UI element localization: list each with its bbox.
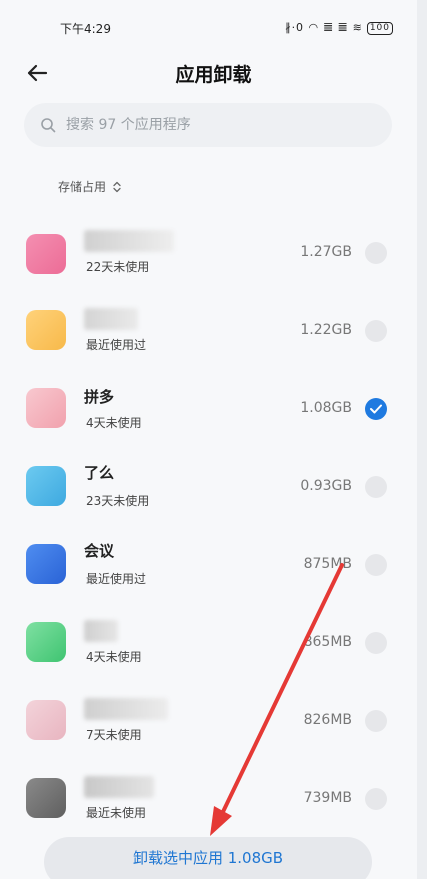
app-name-blurred xyxy=(84,230,174,252)
uninstall-button-label: 卸载选中应用 1.08GB xyxy=(132,849,284,867)
sort-updown-icon xyxy=(113,181,121,192)
app-icon xyxy=(26,310,66,350)
app-icon xyxy=(26,622,66,662)
app-row[interactable]: 22天未使用 1.27GB xyxy=(0,214,410,292)
app-usage: 最近使用过 xyxy=(86,572,147,586)
battery-icon: 100 xyxy=(366,22,393,35)
uninstall-selected-button[interactable]: 卸载选中应用 1.08GB xyxy=(44,837,372,879)
page-title: 应用卸载 xyxy=(175,64,252,86)
app-row[interactable]: 会议 最近使用过 875MB xyxy=(0,526,410,604)
app-name: 拼多 xyxy=(84,388,115,406)
app-row[interactable]: 了么 23天未使用 0.93GB xyxy=(0,448,410,526)
app-usage: 4天未使用 xyxy=(86,650,142,664)
app-usage: 23天未使用 xyxy=(86,494,150,508)
app-size: 875MB xyxy=(303,556,352,572)
app-name: 会议 xyxy=(84,542,115,560)
app-icon xyxy=(26,234,66,274)
signal-icons: ∦·0 ◠ 𝍤 𝍤 ≋ xyxy=(285,21,363,34)
app-usage: 最近未使用 xyxy=(86,806,147,820)
app-icon xyxy=(26,388,66,428)
select-checkbox[interactable] xyxy=(365,320,387,342)
app-size: 739MB xyxy=(303,790,352,806)
app-size: 0.93GB xyxy=(300,478,352,494)
app-name-blurred xyxy=(84,776,154,798)
app-icon xyxy=(26,778,66,818)
checkmark-icon xyxy=(370,404,382,414)
scroll-edge xyxy=(417,0,427,879)
select-checkbox[interactable] xyxy=(365,242,387,264)
app-size: 826MB xyxy=(303,712,352,728)
app-name-blurred xyxy=(84,308,138,330)
app-row[interactable]: 最近未使用 739MB xyxy=(0,760,410,838)
search-bar[interactable] xyxy=(24,103,392,147)
sort-label: 存储占用 xyxy=(58,180,107,194)
app-icon xyxy=(26,700,66,740)
app-row[interactable]: 拼多 4天未使用 1.08GB xyxy=(0,370,410,448)
search-input[interactable] xyxy=(66,103,366,147)
app-row[interactable]: 最近使用过 1.22GB xyxy=(0,292,410,370)
status-icons: ∦·0 ◠ 𝍤 𝍤 ≋ 100 xyxy=(285,19,393,38)
app-row[interactable]: 4天未使用 865MB xyxy=(0,604,410,682)
app-icon xyxy=(26,544,66,584)
app-name-blurred xyxy=(84,698,168,720)
app-name-blurred xyxy=(84,620,118,642)
select-checkbox[interactable] xyxy=(365,476,387,498)
app-usage: 7天未使用 xyxy=(86,728,142,742)
app-size: 1.27GB xyxy=(300,244,352,260)
header: 应用卸载 xyxy=(0,52,427,92)
app-size: 1.22GB xyxy=(300,322,352,338)
app-size: 1.08GB xyxy=(300,400,352,416)
select-checkbox[interactable] xyxy=(365,632,387,654)
app-icon xyxy=(26,466,66,506)
status-time: 下午4:29 xyxy=(60,22,111,36)
app-usage: 最近使用过 xyxy=(86,338,147,352)
app-usage: 4天未使用 xyxy=(86,416,142,430)
app-usage: 22天未使用 xyxy=(86,260,150,274)
select-checkbox[interactable] xyxy=(365,788,387,810)
select-checkbox[interactable] xyxy=(365,554,387,576)
select-checkbox[interactable] xyxy=(365,710,387,732)
app-size: 865MB xyxy=(303,634,352,650)
app-name: 了么 xyxy=(84,464,115,482)
status-bar: 下午4:29 ∦·0 ◠ 𝍤 𝍤 ≋ 100 xyxy=(0,0,427,44)
select-checkbox-checked[interactable] xyxy=(365,398,387,420)
app-row[interactable]: 7天未使用 826MB xyxy=(0,682,410,760)
sort-selector[interactable]: 存储占用 xyxy=(58,178,122,195)
search-icon xyxy=(41,118,56,133)
